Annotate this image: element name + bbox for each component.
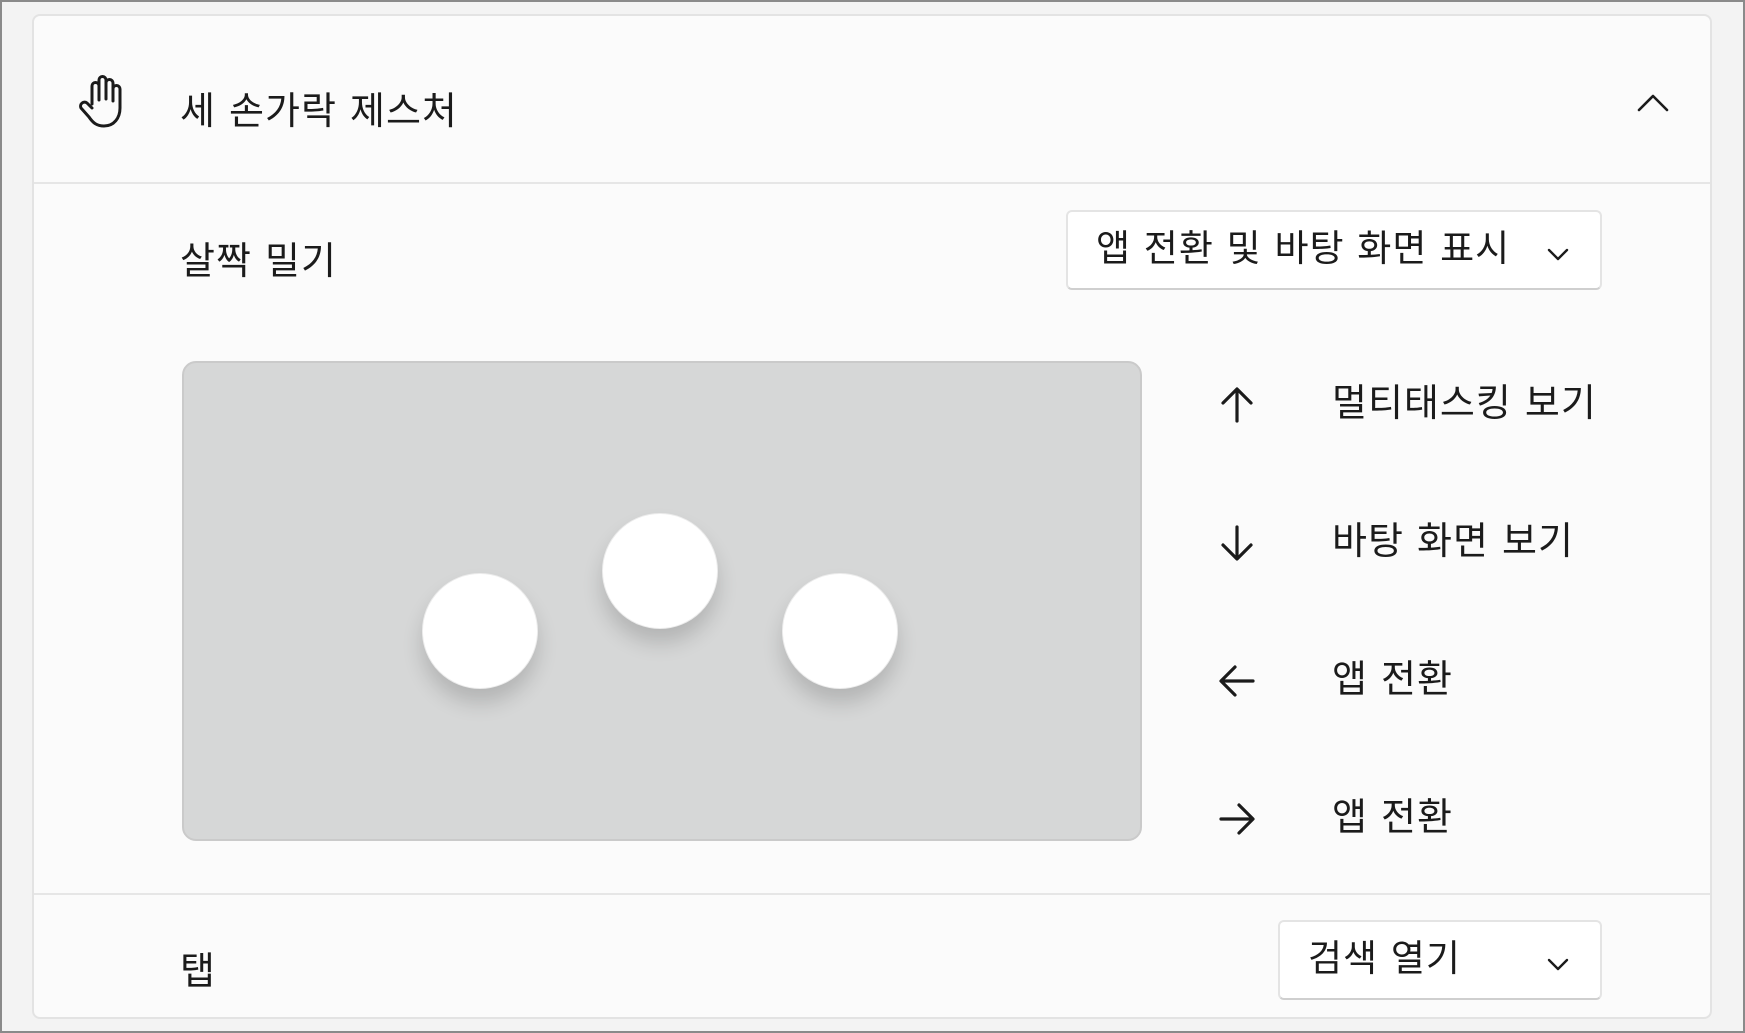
three-finger-gestures-card: 세 손가락 제스처 살짝 밀기 앱 전환 및 바탕 화면 표시 멀티태스킹 보기 bbox=[32, 14, 1712, 1019]
row-divider bbox=[34, 893, 1710, 895]
gesture-item-up: 멀티태스킹 보기 bbox=[1214, 374, 1654, 434]
touchpad-illustration bbox=[182, 361, 1142, 841]
swipe-action-value: 앱 전환 및 바탕 화면 표시 bbox=[1096, 227, 1511, 270]
gesture-label-right: 앱 전환 bbox=[1332, 795, 1453, 839]
gesture-label-left: 앱 전환 bbox=[1332, 657, 1453, 701]
arrow-down-icon bbox=[1221, 525, 1253, 561]
gesture-item-right: 앱 전환 bbox=[1214, 788, 1654, 848]
tap-action-dropdown[interactable]: 검색 열기 bbox=[1278, 920, 1602, 1000]
gesture-item-left: 앱 전환 bbox=[1214, 650, 1654, 710]
swipe-label: 살짝 밀기 bbox=[180, 239, 337, 283]
finger-dot-middle bbox=[602, 513, 718, 629]
arrow-right-icon bbox=[1219, 803, 1255, 835]
finger-dot-left bbox=[422, 573, 538, 689]
section-header[interactable]: 세 손가락 제스처 bbox=[34, 16, 1710, 184]
window-frame: 세 손가락 제스처 살짝 밀기 앱 전환 및 바탕 화면 표시 멀티태스킹 보기 bbox=[0, 0, 1745, 1033]
arrow-left-icon bbox=[1219, 665, 1255, 697]
hand-icon bbox=[79, 75, 122, 128]
chevron-down-icon bbox=[1547, 958, 1569, 971]
arrow-up-icon bbox=[1221, 387, 1253, 423]
tap-action-value: 검색 열기 bbox=[1308, 937, 1461, 980]
finger-dot-right bbox=[782, 573, 898, 689]
chevron-down-icon bbox=[1547, 248, 1569, 261]
swipe-action-dropdown[interactable]: 앱 전환 및 바탕 화면 표시 bbox=[1066, 210, 1602, 290]
tap-label: 탭 bbox=[180, 949, 216, 993]
chevron-up-icon[interactable] bbox=[1636, 92, 1670, 114]
gesture-label-up: 멀티태스킹 보기 bbox=[1332, 381, 1597, 425]
gesture-item-down: 바탕 화면 보기 bbox=[1214, 512, 1654, 572]
gesture-label-down: 바탕 화면 보기 bbox=[1332, 519, 1574, 563]
section-title: 세 손가락 제스처 bbox=[180, 89, 458, 133]
